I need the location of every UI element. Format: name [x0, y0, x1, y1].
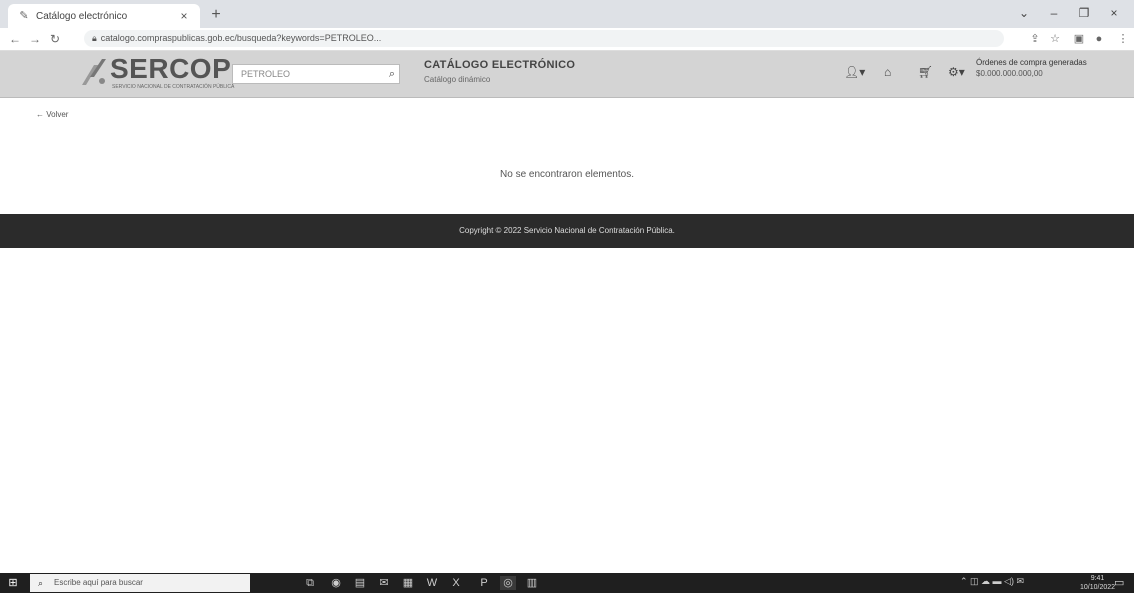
pdf-app-icon[interactable]: ▥	[524, 576, 540, 590]
copyright-text: Copyright © 2022 Servicio Nacional de Co…	[459, 226, 675, 235]
logo-text: SERCOP	[110, 53, 232, 84]
catalog-title: CATÁLOGO ELECTRÓNICO	[424, 59, 576, 71]
minimize-button[interactable]: –	[1040, 4, 1068, 22]
windows-start-icon[interactable]: ⊞	[6, 576, 20, 590]
clock-time: 9:41	[1090, 575, 1105, 582]
no-results-message: No se encontraron elementos.	[500, 169, 634, 180]
site-favicon-icon: ✎	[19, 10, 29, 22]
cart-icon[interactable]: 🛒︎	[918, 65, 933, 79]
share-icon[interactable]: ⇪	[1026, 29, 1044, 49]
lock-icon: 🔒︎	[92, 33, 97, 43]
search-icon[interactable]: ⌕	[389, 65, 395, 83]
clock-date: 10/10/2022	[1080, 584, 1116, 591]
close-window-button[interactable]: ×	[1100, 4, 1128, 22]
page-footer: Copyright © 2022 Servicio Nacional de Co…	[0, 214, 1134, 248]
orders-amount: $0.000.000.000,00	[976, 69, 1043, 78]
notifications-icon[interactable]: ▭	[1114, 576, 1124, 589]
browser-menu-icon[interactable]: ⋮	[1114, 29, 1132, 49]
powerpoint-app-icon[interactable]: P	[476, 576, 492, 590]
maximize-button[interactable]: ❐	[1070, 4, 1098, 22]
word-app-icon[interactable]: W	[424, 576, 440, 590]
logo-mark-icon	[82, 59, 106, 85]
tab-close-icon[interactable]: ×	[176, 9, 192, 23]
new-tab-button[interactable]: +	[206, 5, 226, 25]
taskbar-search-icon: ⌕	[38, 578, 44, 588]
taskbar-search-input[interactable]: ⌕ Escribe aquí para buscar	[30, 574, 250, 592]
browser-tab-bar: ✎ Catálogo electrónico × + ⌄ – ❐ ×	[0, 0, 1134, 28]
sercop-logo[interactable]: SERCOP SERVICIO NACIONAL DE CONTRATACIÓN…	[80, 53, 234, 93]
store-icon[interactable]: ▦	[400, 576, 416, 590]
side-panel-icon[interactable]: ▣	[1070, 29, 1088, 49]
back-arrow-icon[interactable]: ←	[6, 29, 24, 49]
product-search-input[interactable]: PETROLEO ⌕	[232, 64, 400, 84]
profile-icon[interactable]: ●	[1090, 29, 1108, 49]
back-link[interactable]: ← Volver	[36, 110, 68, 119]
user-icon[interactable]: 👤︎▾	[844, 65, 865, 79]
edge-browser-icon[interactable]: ◉	[328, 576, 344, 590]
tab-search-icon[interactable]: ⌄	[1010, 4, 1038, 22]
bookmark-star-icon[interactable]: ☆	[1046, 29, 1064, 49]
logo-tagline: SERVICIO NACIONAL DE CONTRATACIÓN PÚBLIC…	[112, 84, 235, 90]
orders-label: Órdenes de compra generadas	[976, 58, 1087, 67]
catalog-subtitle: Catálogo dinámico	[424, 75, 491, 84]
site-header: SERCOP SERVICIO NACIONAL DE CONTRATACIÓN…	[0, 51, 1134, 98]
tab-title: Catálogo electrónico	[36, 10, 128, 22]
forward-arrow-icon[interactable]: →	[26, 29, 44, 49]
windows-taskbar: ⊞ ⌕ Escribe aquí para buscar ⧉ ◉ ▤ ✉ ▦ W…	[0, 573, 1134, 593]
chrome-app-icon[interactable]: ◎	[500, 576, 516, 590]
url-text: catalogo.compraspublicas.gob.ec/busqueda…	[100, 33, 382, 43]
address-bar-row: ← → ↻ 🔒︎ catalogo.compraspublicas.gob.ec/…	[0, 28, 1134, 51]
file-explorer-icon[interactable]: ▤	[352, 576, 368, 590]
search-placeholder: PETROLEO	[241, 69, 291, 79]
reload-icon[interactable]: ↻	[46, 29, 64, 49]
browser-tab[interactable]: ✎ Catálogo electrónico ×	[8, 4, 200, 28]
mail-icon[interactable]: ✉	[376, 576, 392, 590]
url-field[interactable]: 🔒︎ catalogo.compraspublicas.gob.ec/busque…	[84, 30, 1004, 47]
task-view-icon[interactable]: ⧉	[302, 576, 318, 590]
home-icon[interactable]: ⌂	[884, 65, 891, 79]
taskbar-clock[interactable]: 9:41 10/10/2022	[1080, 574, 1115, 592]
taskbar-search-placeholder: Escribe aquí para buscar	[54, 578, 143, 587]
excel-app-icon[interactable]: X	[448, 576, 464, 590]
system-tray[interactable]: ⌃ ◫ ☁ ▬ ◁) ✉	[960, 576, 1024, 587]
settings-icon[interactable]: ⚙▾	[948, 65, 965, 79]
